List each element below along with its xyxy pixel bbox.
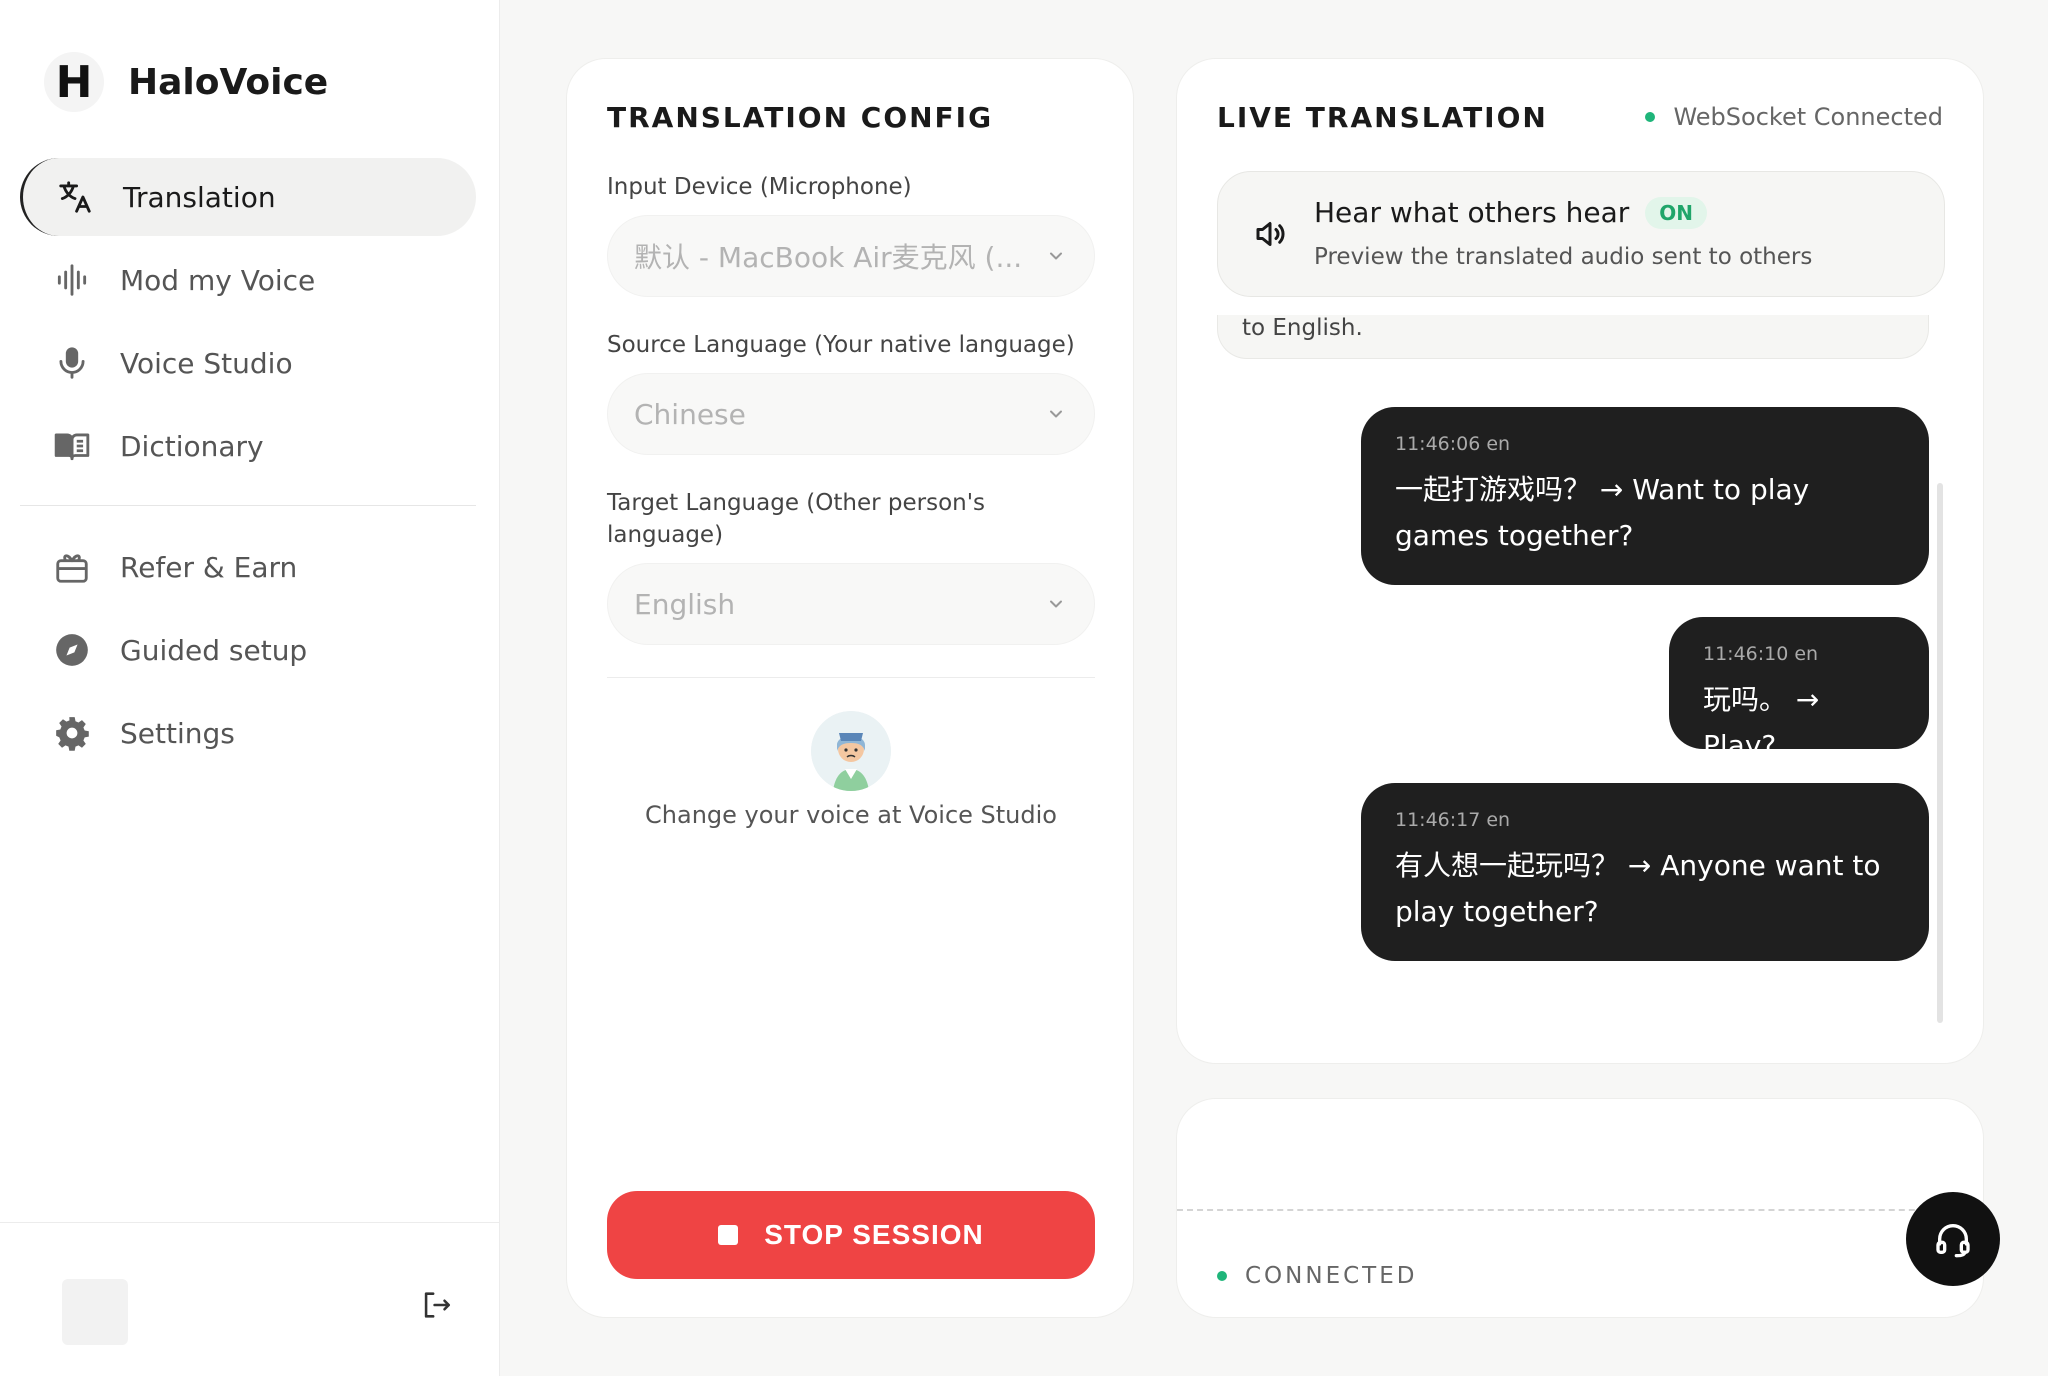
logout-icon <box>424 1292 451 1318</box>
translate-icon <box>55 177 95 217</box>
stop-icon <box>718 1225 739 1245</box>
voice-avatar[interactable] <box>811 711 891 791</box>
sidebar-item-translation[interactable]: Translation <box>20 158 476 236</box>
sidebar-item-label: Voice Studio <box>120 346 293 380</box>
sidebar-item-label: Mod my Voice <box>120 263 316 297</box>
brand-logo: H <box>44 52 104 112</box>
websocket-status-text: WebSocket Connected <box>1673 103 1943 131</box>
live-translation-card: LIVE TRANSLATION WebSocket Connected Hea… <box>1176 58 1984 1064</box>
sidebar-nav: Translation Mod my Voice Voice Studio Di… <box>20 158 476 777</box>
message-text: 有人想一起玩吗？ → Anyone want to play together? <box>1395 849 1881 928</box>
hear-subtitle: Preview the translated audio sent to oth… <box>1314 244 1813 270</box>
voice-studio-hint[interactable]: Change your voice at Voice Studio <box>567 801 1135 829</box>
sidebar-item-guided-setup[interactable]: Guided setup <box>20 611 476 689</box>
chevron-down-icon <box>1044 244 1068 268</box>
chevron-down-icon <box>1044 402 1068 426</box>
sidebar-item-refer-earn[interactable]: Refer & Earn <box>20 528 476 606</box>
gear-icon <box>52 713 92 753</box>
sidebar-item-label: Translation <box>123 180 276 214</box>
connection-status-card: CONNECTED <box>1176 1098 1985 1318</box>
hear-what-others-hear-toggle[interactable]: Hear what others hear ON Preview the tra… <box>1217 171 1945 297</box>
messages-scrollbar[interactable] <box>1937 483 1943 1023</box>
brand-name: HaloVoice <box>128 61 329 103</box>
message-text: 玩吗。 → Play? <box>1703 683 1820 762</box>
target-language-select[interactable]: English <box>607 563 1095 645</box>
speaker-icon <box>1252 216 1288 252</box>
input-device-value: 默认 - MacBook Air麦克风 (... <box>634 241 1023 274</box>
message-time: 11:46:10 en <box>1703 643 1819 665</box>
sidebar-item-label: Dictionary <box>120 429 264 463</box>
hear-title: Hear what others hear ON <box>1314 196 1708 229</box>
book-icon <box>52 426 92 466</box>
message-bubble: 11:46:10 en 玩吗。 → Play? <box>1669 617 1929 762</box>
message-text: 一起打游戏吗？ → Want to play games together? <box>1395 473 1810 552</box>
source-language-select[interactable]: Chinese <box>607 373 1095 455</box>
support-button[interactable] <box>1906 1192 2000 1286</box>
status-badge: ON <box>1645 196 1708 229</box>
status-dot-icon <box>1217 1271 1227 1281</box>
websocket-status: WebSocket Connected <box>1645 103 1943 131</box>
sidebar-item-voice-studio[interactable]: Voice Studio <box>20 324 476 402</box>
message-bubble: 11:46:06 en 一起打游戏吗？ → Want to play games… <box>1361 407 1929 585</box>
sidebar: H HaloVoice Translation Mod my Voice Voi… <box>0 0 500 1376</box>
config-divider <box>607 677 1095 678</box>
sidebar-item-label: Guided setup <box>120 633 308 667</box>
config-title: TRANSLATION CONFIG <box>607 101 994 134</box>
live-title: LIVE TRANSLATION <box>1217 101 1548 134</box>
stop-session-button[interactable]: STOP SESSION <box>607 1191 1095 1279</box>
gift-icon <box>52 547 92 587</box>
sidebar-item-label: Settings <box>120 716 235 750</box>
waveform-icon <box>52 260 92 300</box>
sidebar-item-mod-my-voice[interactable]: Mod my Voice <box>20 241 476 319</box>
stop-session-label: STOP SESSION <box>764 1219 984 1250</box>
sidebar-item-settings[interactable]: Settings <box>20 694 476 772</box>
sidebar-item-dictionary[interactable]: Dictionary <box>20 407 476 485</box>
input-device-select[interactable]: 默认 - MacBook Air麦克风 (... <box>607 215 1095 297</box>
brand[interactable]: H HaloVoice <box>44 52 328 112</box>
target-language-label: Target Language (Other person's language… <box>607 490 986 548</box>
source-language-value: Chinese <box>634 397 746 431</box>
message-bubble: 11:46:17 en 有人想一起玩吗？ → Anyone want to pl… <box>1361 783 1929 961</box>
hear-title-text: Hear what others hear <box>1314 196 1630 229</box>
logout-button[interactable] <box>416 1285 456 1325</box>
compass-icon <box>52 630 92 670</box>
previous-message-fragment: to English. <box>1217 315 1929 359</box>
connection-status: CONNECTED <box>1217 1263 1417 1289</box>
previous-message-text: to English. <box>1242 315 1363 341</box>
message-time: 11:46:06 en <box>1395 433 1511 455</box>
avatar[interactable] <box>62 1279 128 1345</box>
microphone-icon <box>52 343 92 383</box>
sidebar-item-label: Refer & Earn <box>120 550 298 584</box>
source-language-label: Source Language (Your native language) <box>607 332 1075 358</box>
connection-status-text: CONNECTED <box>1245 1263 1418 1289</box>
chevron-down-icon <box>1044 592 1068 616</box>
target-language-value: English <box>634 587 736 621</box>
nav-divider <box>20 505 476 506</box>
sidebar-footer <box>0 1222 500 1376</box>
status-divider <box>1177 1209 1985 1211</box>
translation-config-card: TRANSLATION CONFIG Input Device (Microph… <box>566 58 1134 1318</box>
headset-icon <box>1936 1224 1970 1258</box>
status-dot-icon <box>1645 112 1656 122</box>
message-time: 11:46:17 en <box>1395 809 1511 831</box>
input-device-label: Input Device (Microphone) <box>607 174 912 200</box>
